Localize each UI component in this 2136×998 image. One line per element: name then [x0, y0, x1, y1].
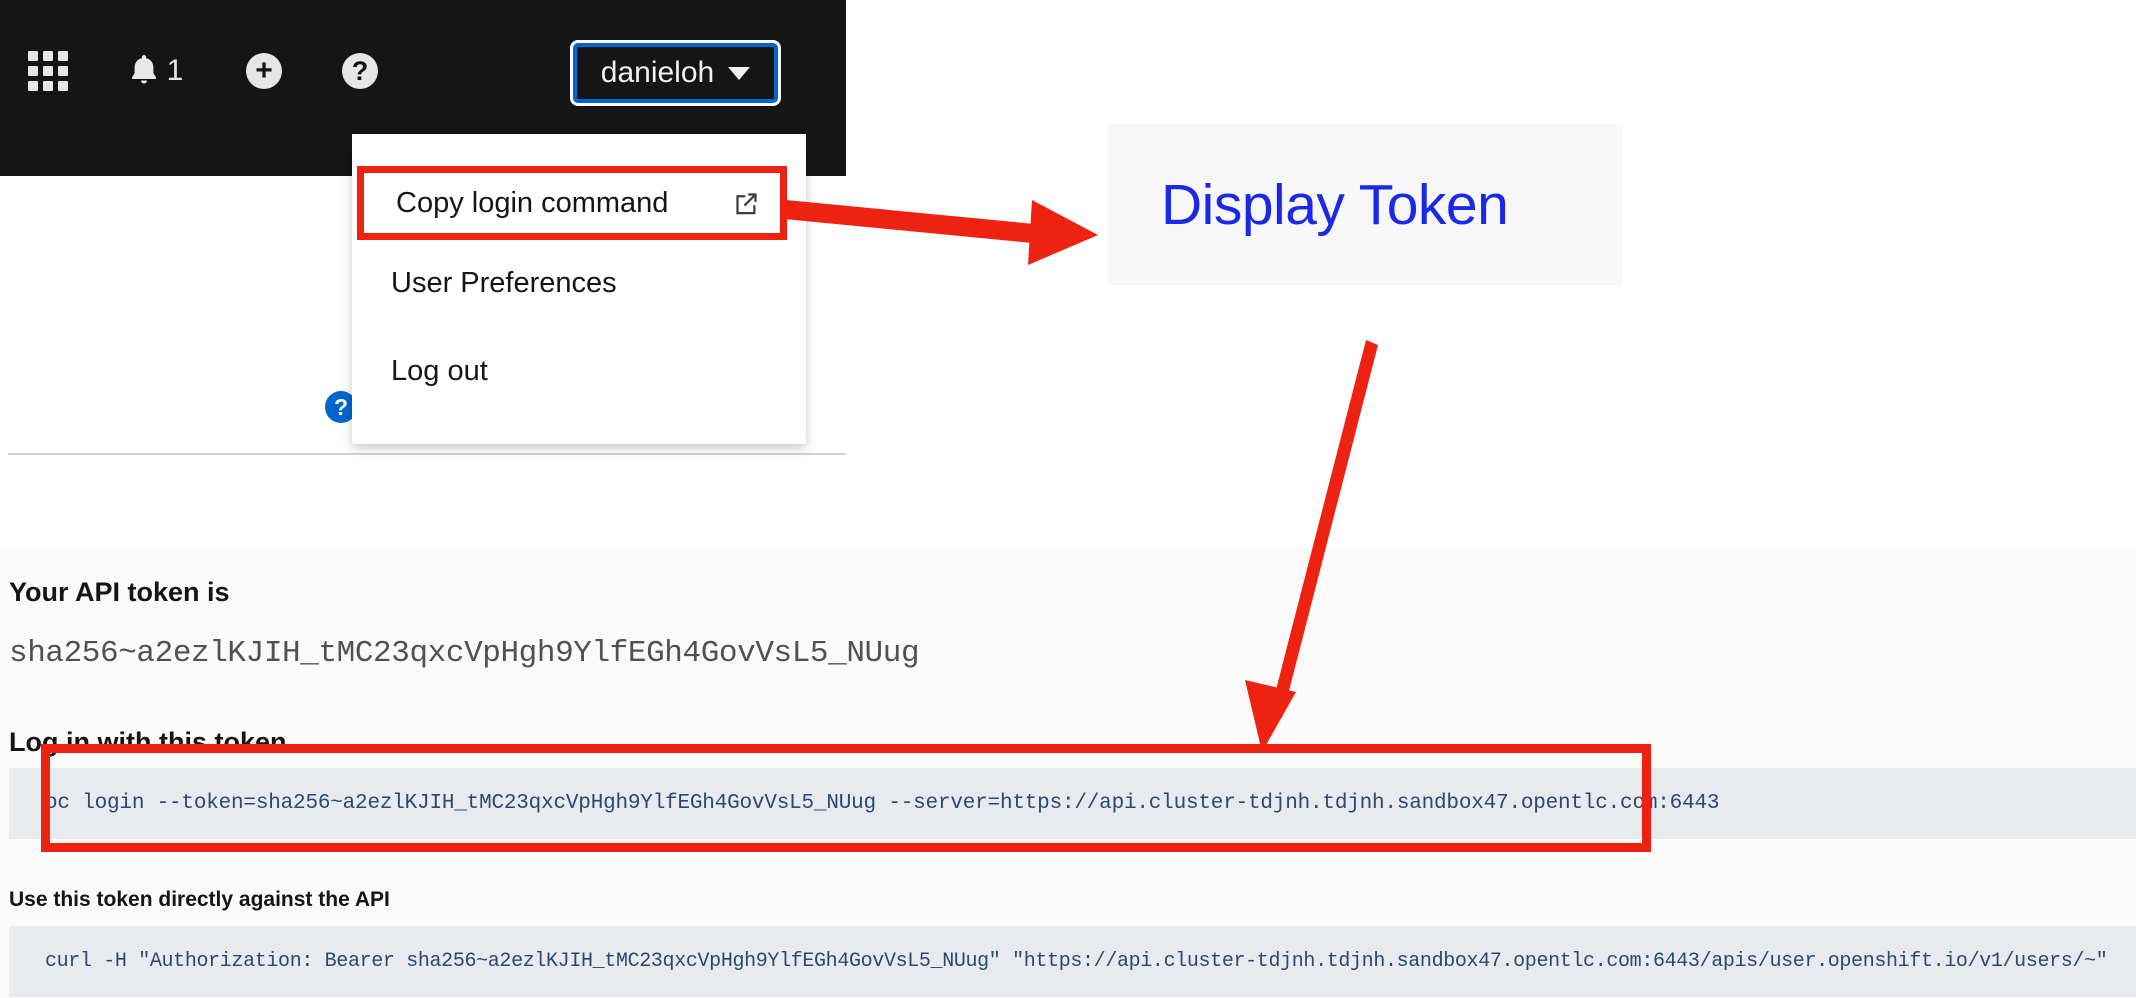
menu-item-user-preferences[interactable]: User Preferences	[352, 254, 806, 312]
notification-count: 1	[166, 54, 184, 87]
menu-item-label: Copy login command	[396, 186, 669, 219]
menu-item-copy-login-command[interactable]: Copy login command	[357, 166, 787, 240]
user-dropdown-menu: Copy login command User Preferences Log …	[352, 134, 806, 444]
question-circle-icon: ?	[342, 53, 378, 89]
application-launcher-button[interactable]	[0, 36, 96, 106]
login-with-token-heading: Log in with this token	[9, 727, 287, 757]
help-button[interactable]: ?	[312, 36, 408, 106]
api-token-value: sha256~a2ezlKJIH_tMC23qxcVpHgh9YlfEGh4Go…	[9, 636, 920, 671]
chevron-down-icon	[728, 66, 751, 80]
quick-add-button[interactable]: +	[216, 36, 312, 106]
direct-api-heading: Use this token directly against the API	[9, 888, 390, 911]
username-label: danieloh	[600, 56, 715, 89]
display-token-callout: Display Token	[1107, 124, 1623, 285]
token-details-section: Your API token is sha256~a2ezlKJIH_tMC23…	[0, 548, 2136, 998]
external-link-icon	[733, 190, 760, 217]
oc-login-command[interactable]: oc login --token=sha256~a2ezlKJIH_tMC23q…	[9, 768, 2136, 839]
api-token-heading: Your API token is	[9, 577, 230, 607]
grid-icon	[28, 51, 68, 91]
curl-command[interactable]: curl -H "Authorization: Bearer sha256~a2…	[9, 926, 2136, 997]
menu-item-label: Log out	[391, 354, 488, 387]
user-menu-button[interactable]: danieloh	[573, 43, 778, 103]
display-token-label: Display Token	[1161, 172, 1509, 237]
menu-item-log-out[interactable]: Log out	[352, 342, 806, 400]
plus-circle-icon: +	[246, 53, 282, 89]
bell-icon	[129, 53, 159, 90]
notifications-button[interactable]: 1	[96, 36, 216, 106]
menu-item-label: User Preferences	[391, 266, 617, 299]
divider	[8, 453, 846, 455]
masthead-toolbar: 1 + ?	[0, 36, 408, 106]
